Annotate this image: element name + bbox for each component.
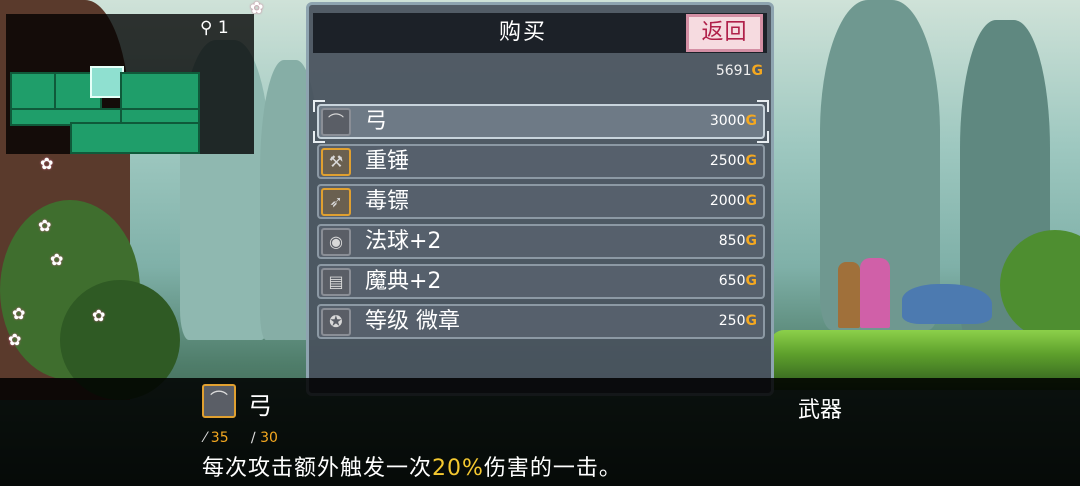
selection-corner (757, 131, 769, 143)
gold-total: 5691G (716, 63, 763, 79)
item-info-name: 弓 (248, 392, 272, 420)
item-name: 魔典+2 (365, 269, 442, 294)
item-price-value: 850 (718, 233, 746, 249)
gold-currency-icon: G (745, 313, 758, 329)
shop-item-tome[interactable]: ▤ 魔典+2 650G (317, 264, 765, 299)
shop-item-badge[interactable]: ✪ 等级 微章 250G (317, 304, 765, 339)
attack-stat-value: 35 (210, 430, 229, 446)
item-info-category: 武器 (798, 398, 843, 423)
minimap-room (70, 122, 200, 154)
gold-currency-icon: G (745, 233, 758, 249)
flower-icon: ✿ (92, 306, 106, 325)
bow-icon: ⌒ (321, 108, 351, 136)
item-price: 250G (719, 306, 757, 337)
flower-icon: ✿ (8, 330, 22, 349)
gold-currency-icon: G (745, 113, 758, 129)
key-count-value: 1 (217, 18, 229, 38)
item-price-value: 250 (718, 313, 746, 329)
shop-panel: 购买 返回 5691G ⌒ 弓 3000G ⚒ 重锤 2500G ➶ 毒镖 20… (306, 2, 774, 396)
item-name: 重锤 (365, 149, 410, 174)
shop-title: 购买 (498, 20, 547, 45)
item-price: 2000G (710, 186, 757, 217)
gold-currency-icon: G (745, 153, 758, 169)
key-icon: ⚲ (200, 18, 213, 38)
magic-stat-icon: ∕ (250, 430, 256, 446)
tome-icon: ▤ (321, 268, 351, 296)
dart-icon: ➶ (321, 188, 351, 216)
shop-item-dart[interactable]: ➶ 毒镖 2000G (317, 184, 765, 219)
selection-corner (313, 131, 325, 143)
item-name: 弓 (365, 109, 388, 134)
companion-character (860, 258, 890, 328)
item-name: 毒镖 (365, 189, 410, 214)
selection-corner (313, 100, 325, 112)
item-price-value: 650 (718, 273, 746, 289)
spectral-wolf (902, 284, 992, 324)
gold-total-value: 5691 (715, 63, 752, 79)
bow-icon: ⌒ (202, 384, 236, 418)
item-price: 850G (719, 226, 757, 257)
item-price: 2500G (710, 146, 757, 177)
description-highlight: 20% (432, 456, 484, 481)
shop-item-bow[interactable]: ⌒ 弓 3000G (313, 100, 769, 143)
orb-icon: ◉ (321, 228, 351, 256)
item-name: 等级 微章 (365, 309, 460, 334)
flower-icon: ✿ (12, 304, 26, 323)
back-button[interactable]: 返回 (686, 14, 763, 52)
item-description: 每次攻击额外触发一次20%伤害的一击。 (202, 450, 622, 482)
flower-icon: ✿ (40, 154, 54, 173)
item-price-value: 2000 (709, 193, 746, 209)
gold-currency-icon: G (745, 193, 758, 209)
key-counter: ⚲ 1 (200, 18, 229, 38)
minimap-room (10, 72, 58, 112)
description-text-end: 伤害的一击。 (483, 456, 622, 481)
description-text: 每次攻击额外触发一次 (202, 456, 433, 481)
flower-icon: ✿ (38, 216, 52, 235)
shop-item-orb[interactable]: ◉ 法球+2 850G (317, 224, 765, 259)
minimap-current-room (90, 66, 124, 98)
flower-icon: ✿ (50, 250, 64, 269)
minimap-room (120, 72, 200, 112)
item-stats: ⁄ 35 ∕ 30 (204, 430, 278, 446)
hammer-icon: ⚒ (321, 148, 351, 176)
magic-stat-value: 30 (260, 430, 278, 446)
item-price-value: 2500 (709, 153, 746, 169)
item-price-value: 3000 (709, 113, 746, 129)
gold-currency-icon: G (745, 273, 758, 289)
item-price: 3000G (710, 106, 757, 137)
player-character (838, 262, 860, 328)
gold-currency-icon: G (751, 63, 764, 79)
badge-icon: ✪ (321, 308, 351, 336)
shop-item-hammer[interactable]: ⚒ 重锤 2500G (317, 144, 765, 179)
selection-corner (757, 100, 769, 112)
item-name: 法球+2 (365, 229, 442, 254)
attack-stat-icon: ⁄ (204, 430, 207, 446)
item-price: 650G (719, 266, 757, 297)
